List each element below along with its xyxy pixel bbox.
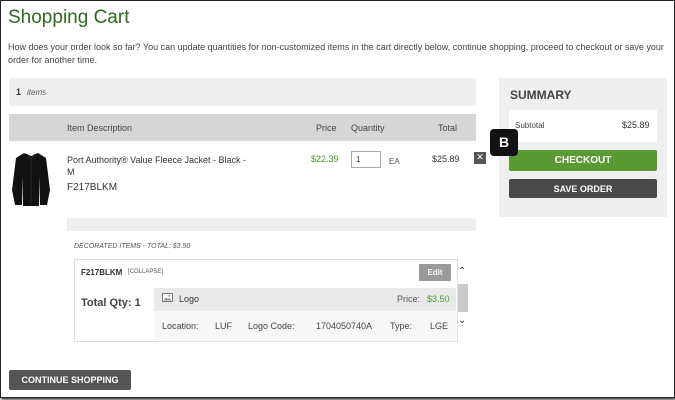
edit-decoration-button[interactable]: Edit [419,264,451,281]
decorated-sku: F217BLKM [81,268,123,277]
decorated-divider [67,218,476,231]
items-count-bar [9,78,476,106]
subtotal-value: $25.89 [622,120,650,130]
column-header-quantity: Quantity [351,123,385,133]
type-label: Type: [390,321,413,331]
subtotal-label: Subtotal [515,121,545,130]
decorated-items-label: DECORATED ITEMS - TOTAL: $3.50 [74,243,191,250]
type-value: LGE [430,321,449,331]
continue-shopping-button[interactable]: CONTINUE SHOPPING [9,370,131,390]
summary-title: SUMMARY [510,88,572,102]
items-count-label: items [27,88,47,97]
column-header-price: Price [316,123,337,133]
logo-code-label: Logo Code: [248,321,295,331]
decorated-total-qty: Total Qty: 1 [81,297,141,309]
save-order-button[interactable]: SAVE ORDER [509,179,657,198]
items-count: 1 [16,87,22,97]
product-price: $22.39 [311,154,339,164]
scroll-up-icon[interactable]: ⌃ [458,266,466,277]
scrollbar-thumb[interactable] [458,284,468,312]
logo-title: Logo [179,294,200,304]
remove-item-button[interactable]: ✕ [474,152,486,164]
collapse-link[interactable]: [COLLAPSE] [128,269,163,275]
annotation-marker: B [490,129,518,156]
location-label: Location: [162,321,199,331]
checkout-button[interactable]: CHECKOUT [509,150,657,171]
image-icon [162,293,173,302]
location-value: LUF [215,321,233,331]
column-header-total: Total [438,123,458,133]
product-total: $25.89 [432,154,460,164]
page-intro-text: How does your order look so far? You can… [8,42,664,65]
quantity-unit: EA [389,157,400,166]
product-name[interactable]: Port Authority® Value Fleece Jacket - Bl… [67,154,247,178]
product-sku: F217BLKM [67,182,118,193]
scroll-down-icon[interactable]: ⌄ [458,315,466,326]
quantity-input[interactable] [351,151,381,168]
column-header-description: Item Description [67,123,133,133]
logo-price: $3.50 [427,294,450,304]
close-icon: ✕ [476,153,484,163]
product-image[interactable] [10,150,52,208]
page-title: Shopping Cart [8,7,130,28]
logo-price-label: Price: [397,294,421,304]
logo-code-value: 1704050740A [316,321,373,331]
